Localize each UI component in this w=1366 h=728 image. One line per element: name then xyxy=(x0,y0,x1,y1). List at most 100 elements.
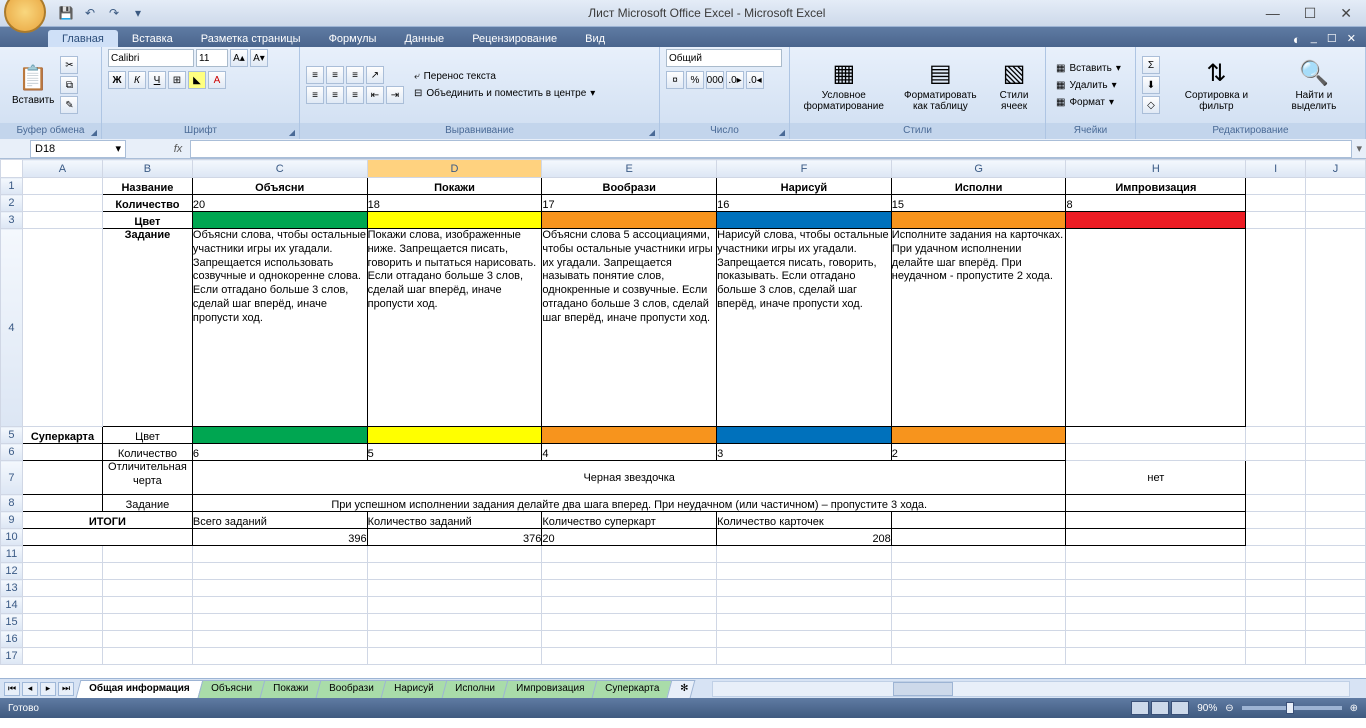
cell[interactable] xyxy=(22,580,102,597)
select-all-corner[interactable] xyxy=(1,160,23,178)
cell[interactable] xyxy=(542,580,717,597)
cell[interactable] xyxy=(1306,427,1366,444)
cell[interactable] xyxy=(1246,563,1306,580)
orientation-icon[interactable]: ↗ xyxy=(366,66,384,84)
cell[interactable] xyxy=(1246,580,1306,597)
cell[interactable]: Количество xyxy=(102,444,192,461)
sheet-tab[interactable]: Покажи xyxy=(259,680,321,698)
cell[interactable]: 208 xyxy=(717,529,892,546)
cell[interactable]: Нарисуй xyxy=(717,178,892,195)
close-doc-icon[interactable]: ✕ xyxy=(1347,32,1356,47)
cell[interactable] xyxy=(717,580,892,597)
cell[interactable]: 18 xyxy=(367,195,542,212)
row-header[interactable]: 8 xyxy=(1,495,23,512)
cell[interactable] xyxy=(367,631,542,648)
row-header[interactable]: 5 xyxy=(1,427,23,444)
cell[interactable] xyxy=(1066,580,1246,597)
cell[interactable] xyxy=(192,427,367,444)
cell[interactable] xyxy=(1246,178,1306,195)
cell[interactable]: 15 xyxy=(891,195,1066,212)
cell[interactable] xyxy=(891,427,1066,444)
cell[interactable] xyxy=(1306,444,1366,461)
comma-icon[interactable]: 000 xyxy=(706,71,724,89)
cell[interactable] xyxy=(1066,529,1246,546)
new-sheet-tab[interactable]: ✻ xyxy=(667,680,696,698)
cell[interactable]: Цвет xyxy=(102,212,192,229)
cell[interactable]: Название xyxy=(102,178,192,195)
cell[interactable] xyxy=(1246,444,1306,461)
clipboard-launcher-icon[interactable]: ◢ xyxy=(91,125,97,141)
cell[interactable] xyxy=(1306,580,1366,597)
cell[interactable]: 4 xyxy=(542,444,717,461)
dec-decimal-icon[interactable]: .0◂ xyxy=(746,71,764,89)
cell[interactable] xyxy=(1306,546,1366,563)
cell[interactable] xyxy=(542,427,717,444)
number-format-combo[interactable] xyxy=(666,49,782,67)
cell[interactable] xyxy=(22,597,102,614)
spreadsheet-grid[interactable]: A B C D E F G H I J 1 Название Объясни П… xyxy=(0,159,1366,678)
row-header[interactable]: 14 xyxy=(1,597,23,614)
redo-icon[interactable]: ↷ xyxy=(104,4,124,22)
cell[interactable] xyxy=(367,563,542,580)
paste-button[interactable]: 📋 Вставить xyxy=(6,49,60,121)
number-launcher-icon[interactable]: ◢ xyxy=(779,125,785,141)
border-icon[interactable]: ⊞ xyxy=(168,71,186,89)
cell[interactable] xyxy=(717,597,892,614)
cell[interactable]: 396 xyxy=(192,529,367,546)
cell[interactable] xyxy=(542,212,717,229)
fx-icon[interactable]: fx xyxy=(166,143,190,155)
cell[interactable] xyxy=(1246,229,1306,427)
cell[interactable]: 6 xyxy=(192,444,367,461)
cell[interactable] xyxy=(717,546,892,563)
cell[interactable]: При успешном исполнении задания делайте … xyxy=(192,495,1066,512)
sort-filter-button[interactable]: ⇅Сортировка и фильтр xyxy=(1164,49,1269,121)
sheet-tab[interactable]: Общая информация xyxy=(76,680,203,698)
copy-icon[interactable]: ⧉ xyxy=(60,76,78,94)
sheet-next-icon[interactable]: ▸ xyxy=(40,682,56,696)
cell[interactable] xyxy=(367,546,542,563)
cell[interactable] xyxy=(1246,195,1306,212)
font-size-combo[interactable] xyxy=(196,49,228,67)
cell[interactable] xyxy=(22,648,102,665)
zoom-out-icon[interactable]: ⊖ xyxy=(1225,703,1233,714)
cell[interactable] xyxy=(1066,546,1246,563)
align-left-icon[interactable]: ≡ xyxy=(306,86,324,104)
cell[interactable]: Всего заданий xyxy=(192,512,367,529)
decrease-font-icon[interactable]: A▾ xyxy=(250,49,268,67)
cell[interactable] xyxy=(1306,648,1366,665)
cell[interactable]: 20 xyxy=(542,529,717,546)
cell[interactable]: Задание xyxy=(102,229,192,427)
cell[interactable]: Черная звездочка xyxy=(192,461,1066,495)
sheet-tab[interactable]: Суперкарта xyxy=(592,680,673,698)
cell[interactable]: 3 xyxy=(717,444,892,461)
row-header[interactable]: 16 xyxy=(1,631,23,648)
cell[interactable] xyxy=(717,563,892,580)
cell[interactable]: 16 xyxy=(717,195,892,212)
tab-insert[interactable]: Вставка xyxy=(118,30,187,47)
cell[interactable] xyxy=(102,546,192,563)
row-header[interactable]: 17 xyxy=(1,648,23,665)
cell[interactable] xyxy=(1066,212,1246,229)
cell[interactable] xyxy=(891,580,1066,597)
zoom-slider[interactable] xyxy=(1242,706,1342,710)
cell[interactable]: Нарисуй слова, чтобы остальные участники… xyxy=(717,229,892,427)
merge-center-button[interactable]: ⊟Объединить и поместить в центре ▾ xyxy=(410,86,599,101)
cell[interactable] xyxy=(1066,614,1246,631)
row-header[interactable]: 3 xyxy=(1,212,23,229)
cell[interactable] xyxy=(1246,546,1306,563)
font-color-icon[interactable]: A xyxy=(208,71,226,89)
tab-view[interactable]: Вид xyxy=(571,30,619,47)
zoom-thumb[interactable] xyxy=(1286,702,1294,714)
cell[interactable] xyxy=(717,212,892,229)
cell[interactable] xyxy=(1306,563,1366,580)
cell[interactable]: Объясни слова 5 ассоциациями, чтобы оста… xyxy=(542,229,717,427)
cell[interactable] xyxy=(102,563,192,580)
cell[interactable] xyxy=(1246,427,1306,444)
cell[interactable] xyxy=(1306,614,1366,631)
align-center-icon[interactable]: ≡ xyxy=(326,86,344,104)
cell[interactable] xyxy=(102,648,192,665)
cell[interactable] xyxy=(22,495,102,512)
cell[interactable] xyxy=(367,614,542,631)
cell[interactable] xyxy=(542,563,717,580)
cell[interactable] xyxy=(891,631,1066,648)
